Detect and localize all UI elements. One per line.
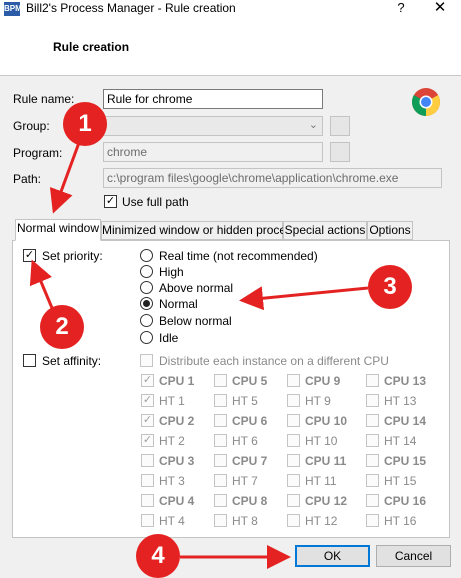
annotation-badge-2: 2 bbox=[40, 305, 84, 349]
annotation-badge-3: 3 bbox=[368, 265, 412, 309]
annotation-badge-4: 4 bbox=[136, 534, 180, 578]
annotation-arrow-1 bbox=[49, 139, 82, 214]
annotation-badge-1: 1 bbox=[63, 102, 107, 146]
annotation-arrow-3 bbox=[239, 286, 369, 311]
annotation-arrow-2 bbox=[29, 259, 54, 309]
